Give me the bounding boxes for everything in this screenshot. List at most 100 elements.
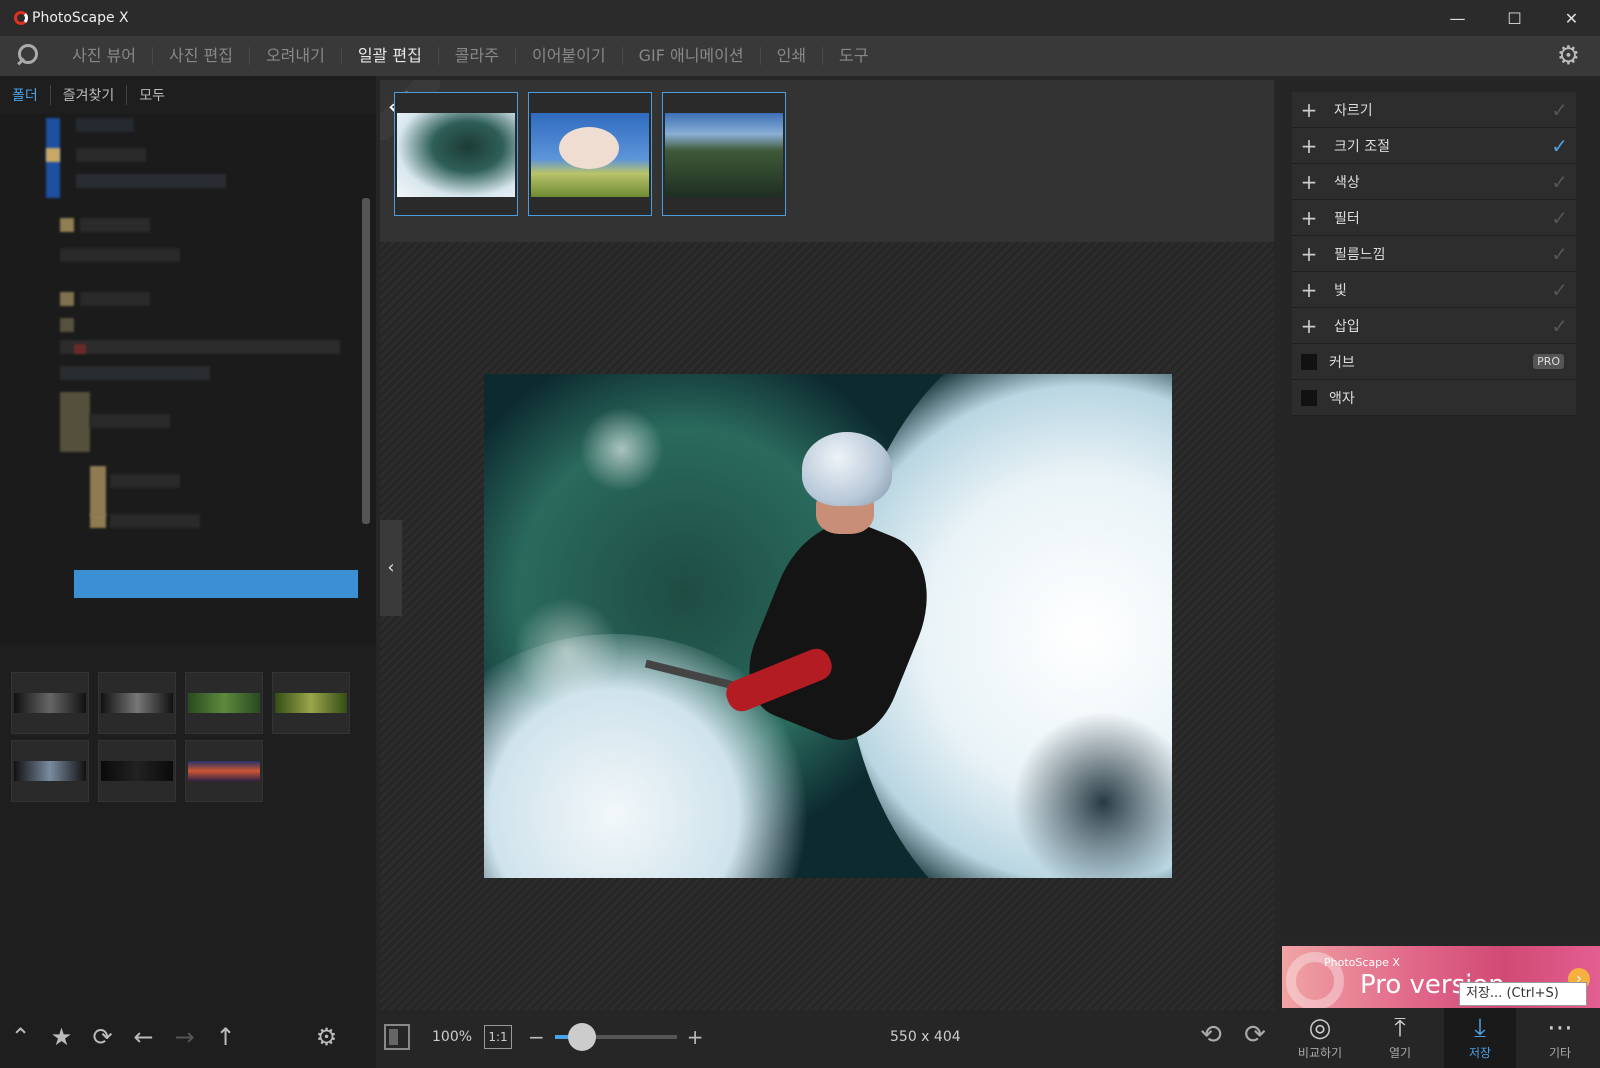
collapse-panel-chevron-left-icon[interactable]: ‹	[380, 520, 402, 616]
minimize-icon[interactable]: —	[1429, 0, 1486, 36]
folder-tree[interactable]	[0, 114, 376, 644]
adjustment-label: 크기 조절	[1334, 138, 1390, 155]
close-icon[interactable]: ✕	[1543, 0, 1600, 36]
checkmark-icon[interactable]: ✓	[1551, 98, 1568, 122]
compare-split-icon[interactable]	[384, 1024, 410, 1050]
toggle-label: 액자	[1329, 390, 1355, 407]
menu-photo-editor[interactable]: 사진 편집	[151, 47, 249, 65]
adjustment-item[interactable]: + 삽입 ✓	[1292, 308, 1576, 344]
menu-tools[interactable]: 도구	[822, 47, 884, 65]
adjustment-item[interactable]: + 색상 ✓	[1292, 164, 1576, 200]
chevron-up-icon[interactable]: ⌃	[0, 1023, 41, 1051]
menu-print[interactable]: 인쇄	[759, 47, 822, 65]
adjustment-label: 삽입	[1334, 318, 1360, 335]
action-button[interactable]: ◎ 비교하기	[1284, 1008, 1356, 1068]
folder-thumb[interactable]	[185, 672, 263, 734]
mountains-thumbnail	[665, 113, 783, 197]
checkmark-icon[interactable]: ✓	[1551, 170, 1568, 194]
image-size: 550 x 404	[890, 1029, 961, 1045]
action-button[interactable]: ⋯ 기타	[1524, 1008, 1596, 1068]
adjustment-item[interactable]: + 자르기 ✓	[1292, 92, 1576, 128]
rotate-right-icon[interactable]: ⟳	[1240, 1020, 1270, 1050]
action-label: 저장	[1468, 1046, 1492, 1060]
folder-thumb[interactable]	[11, 740, 89, 802]
plus-icon[interactable]: +	[1294, 170, 1324, 194]
star-icon[interactable]: ★	[41, 1023, 82, 1051]
up-arrow-icon[interactable]: ↑	[205, 1023, 246, 1051]
tab-all[interactable]: 모두	[126, 85, 177, 105]
refresh-icon[interactable]: ⟳	[82, 1023, 123, 1051]
action-button[interactable]: ⤒ 열기	[1364, 1008, 1436, 1068]
main-preview-image	[484, 374, 1172, 878]
adjustment-item[interactable]: + 크기 조절 ✓	[1292, 128, 1576, 164]
selected-folder[interactable]	[74, 570, 358, 598]
folder-thumb[interactable]	[98, 672, 176, 734]
zoom-in-icon[interactable]: +	[687, 1025, 704, 1049]
plus-icon[interactable]: +	[1294, 242, 1324, 266]
menu-batch-editor[interactable]: 일괄 편집	[340, 47, 438, 65]
folder-thumb[interactable]	[11, 672, 89, 734]
plus-icon[interactable]: +	[1294, 278, 1324, 302]
checkmark-icon[interactable]: ✓	[1551, 314, 1568, 338]
title-bar: PhotoScape X — ☐ ✕	[0, 0, 1600, 36]
menu-combine[interactable]: 이어붙이기	[514, 47, 622, 65]
left-browser-panel: 폴더 즐겨찾기 모두	[0, 76, 376, 1068]
search-icon[interactable]	[14, 41, 44, 71]
rotate-left-icon[interactable]: ⟲	[1196, 1020, 1226, 1050]
adjustment-toggle[interactable]: 커브 PRO	[1292, 344, 1576, 380]
zoom-slider[interactable]	[554, 1023, 677, 1051]
batch-thumb-tree[interactable]	[528, 92, 652, 216]
batch-thumb-kayak[interactable]	[394, 92, 518, 216]
checkmark-icon[interactable]: ✓	[1551, 206, 1568, 230]
tree-thumbnail	[531, 113, 649, 197]
left-tabs: 폴더 즐겨찾기 모두	[0, 76, 376, 114]
adjustment-item[interactable]: + 필름느낌 ✓	[1292, 236, 1576, 272]
download-icon: ⤓	[1474, 1013, 1486, 1043]
adjustment-label: 자르기	[1334, 102, 1373, 119]
folder-thumb[interactable]	[272, 672, 350, 734]
app-title: PhotoScape X	[32, 10, 129, 26]
back-arrow-icon[interactable]: ←	[123, 1023, 164, 1051]
checkbox[interactable]	[1301, 353, 1317, 370]
menu-gif-animation[interactable]: GIF 애니메이션	[621, 47, 760, 65]
checkbox[interactable]	[1301, 389, 1317, 406]
action-label: 비교하기	[1297, 1046, 1343, 1060]
zoom-percent[interactable]: 100%	[432, 1029, 472, 1045]
plus-icon[interactable]: +	[1294, 206, 1324, 230]
menu-cut-out[interactable]: 오려내기	[248, 47, 341, 65]
action-label: 기타	[1548, 1046, 1572, 1060]
save-tooltip: 저장... (Ctrl+S)	[1459, 982, 1587, 1006]
action-button[interactable]: ⤓ 저장	[1444, 1008, 1516, 1068]
adjustments-panel: + 자르기 ✓ + 크기 조절 ✓ + 색상 ✓ + 필터 ✓ + 필름느낌 ✓ + 빛 ✓ + 삽입 ✓ 커브 PRO 액자	[1280, 80, 1600, 938]
plus-icon[interactable]: +	[1294, 314, 1324, 338]
forward-arrow-icon[interactable]: →	[164, 1023, 205, 1051]
banner-app-name: PhotoScape X	[1324, 956, 1400, 969]
adjustment-item[interactable]: + 빛 ✓	[1292, 272, 1576, 308]
folder-thumb[interactable]	[185, 740, 263, 802]
zoom-out-icon[interactable]: −	[528, 1025, 545, 1049]
menu-photo-viewer[interactable]: 사진 뷰어	[56, 47, 152, 65]
adjustment-toggle[interactable]: 액자	[1292, 380, 1576, 416]
batch-thumb-mountains[interactable]	[662, 92, 786, 216]
upload-icon: ⤒	[1394, 1013, 1406, 1043]
folder-thumb[interactable]	[98, 740, 176, 802]
checkmark-icon[interactable]: ✓	[1551, 134, 1568, 158]
tab-favorites[interactable]: 즐겨찾기	[49, 85, 127, 105]
maximize-icon[interactable]: ☐	[1486, 0, 1543, 36]
checkmark-icon[interactable]: ✓	[1551, 242, 1568, 266]
more-icon: ⋯	[1547, 1013, 1573, 1043]
checkmark-icon[interactable]: ✓	[1551, 278, 1568, 302]
action-label: 열기	[1388, 1046, 1412, 1060]
adjustment-item[interactable]: + 필터 ✓	[1292, 200, 1576, 236]
menu-collage[interactable]: 콜라주	[437, 47, 515, 65]
zoom-slider-knob[interactable]	[567, 1023, 596, 1051]
adjustments-list: + 자르기 ✓ + 크기 조절 ✓ + 색상 ✓ + 필터 ✓ + 필름느낌 ✓ + 빛 ✓ + 삽입 ✓ 커브 PRO 액자	[1292, 92, 1576, 416]
actual-size-button[interactable]: 1:1	[484, 1025, 513, 1049]
gear-icon[interactable]: ⚙	[306, 1023, 347, 1051]
tab-folder[interactable]: 폴더	[12, 85, 50, 105]
tree-scrollbar[interactable]	[362, 198, 370, 524]
app-logo-icon	[14, 11, 28, 25]
plus-icon[interactable]: +	[1294, 134, 1324, 158]
settings-gear-icon[interactable]: ⚙	[1557, 43, 1580, 69]
plus-icon[interactable]: +	[1294, 98, 1324, 122]
